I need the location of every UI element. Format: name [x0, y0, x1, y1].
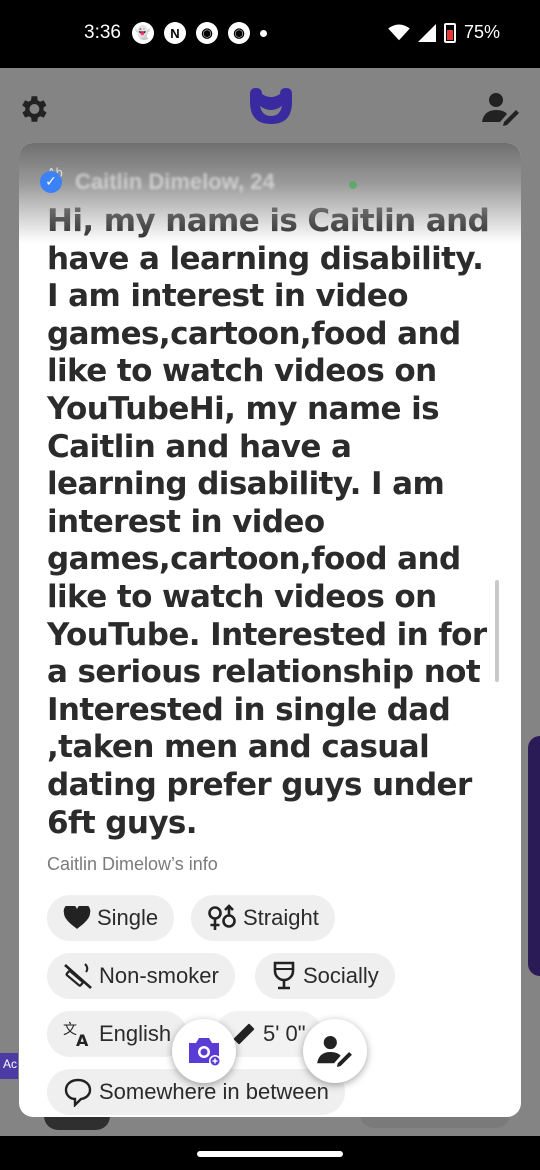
chip-label: Straight	[243, 905, 319, 930]
chip-label: Somewhere in between	[99, 1079, 329, 1104]
n-icon: N	[164, 22, 186, 44]
profile-bio: Hi, my name is Caitlin and have a learni…	[47, 203, 490, 841]
gender-symbols-icon	[208, 904, 236, 930]
heart-icon	[63, 906, 91, 929]
no-smoking-icon	[64, 963, 92, 989]
notification-icons: 👻 N ◉ ◉	[132, 22, 267, 44]
edit-profile-button[interactable]	[303, 1019, 367, 1083]
chip-relationship: Single	[47, 895, 175, 941]
system-nav-bar	[0, 1136, 540, 1170]
settings-gear-icon[interactable]	[16, 92, 50, 126]
add-photo-button[interactable]	[172, 1019, 236, 1083]
status-bar: 3:36 👻 N ◉ ◉ 75%	[0, 0, 540, 68]
chip-label: Single	[97, 905, 159, 930]
svg-text:A: A	[76, 1031, 89, 1048]
chrome-icon: ◉	[196, 22, 218, 44]
chip-label: Non-smoker	[99, 963, 219, 988]
verified-check-icon: ✓	[40, 171, 62, 193]
system-status: 75%	[388, 22, 500, 43]
edit-profile-icon[interactable]	[482, 92, 520, 126]
side-card-edge	[528, 736, 540, 976]
chip-label: 5' 0"	[263, 1021, 306, 1046]
online-status-dot	[349, 181, 357, 189]
wifi-icon	[388, 23, 410, 40]
chip-label: English	[99, 1021, 172, 1046]
chip-language: 文 A English	[47, 1011, 188, 1057]
edit-person-icon	[317, 1035, 352, 1067]
chip-orientation: Straight	[191, 895, 335, 941]
battery-icon	[443, 22, 456, 43]
profile-name: Caitlin Dimelow, 24	[75, 169, 275, 194]
translate-icon: 文 A	[63, 1022, 89, 1048]
status-time: 3:36	[84, 22, 121, 43]
battery-percent: 75%	[463, 22, 500, 42]
home-gesture-handle[interactable]	[197, 1151, 343, 1157]
side-tag: Ac	[0, 1053, 18, 1079]
signal-icon	[417, 23, 436, 42]
app-logo-smile-icon[interactable]	[246, 86, 296, 126]
app-header	[0, 68, 540, 150]
profile-card[interactable]: Ab ✓ Caitlin Dimelow, 24 Hi, my name is …	[19, 143, 521, 1117]
wine-glass-icon	[273, 961, 295, 990]
more-notifications-dot-icon	[260, 29, 267, 37]
speech-bubble-icon	[64, 1078, 92, 1107]
svg-text:文: 文	[63, 1022, 77, 1038]
chrome-icon: ◉	[228, 22, 250, 44]
snapchat-icon: 👻	[132, 22, 154, 44]
camera-add-icon	[189, 1038, 221, 1067]
chip-smoking: Non-smoker	[47, 953, 235, 999]
chip-label: Socially	[303, 963, 379, 988]
info-section-title: Caitlin Dimelow’s info	[47, 854, 218, 874]
chip-drinking: Socially	[255, 953, 395, 999]
